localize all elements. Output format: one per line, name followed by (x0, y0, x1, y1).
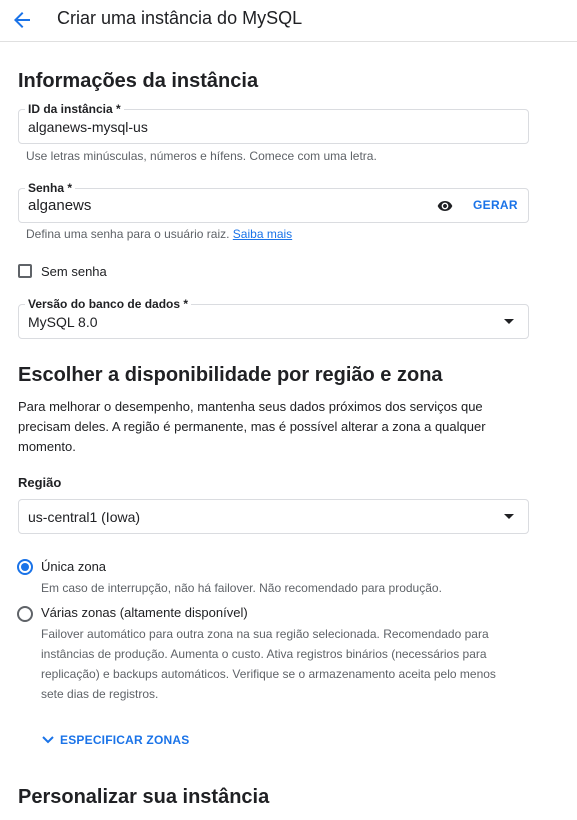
arrow-back-icon[interactable] (10, 8, 34, 32)
region-value: us-central1 (Iowa) (28, 509, 141, 525)
specify-zones-label: ESPECIFICAR ZONAS (60, 733, 190, 747)
region-select[interactable]: us-central1 (Iowa) (18, 499, 529, 534)
chevron-down-icon (42, 736, 54, 744)
section-title-customize: Personalizar sua instância (18, 786, 270, 808)
db-version-value: MySQL 8.0 (28, 314, 98, 330)
top-app-bar: Criar uma instância do MySQL (0, 0, 577, 42)
password-helper-text: Defina uma senha para o usuário raiz. (26, 227, 230, 241)
db-version-select[interactable]: Versão do banco de dados * MySQL 8.0 (18, 297, 529, 339)
single-zone-label: Única zona (41, 559, 107, 574)
instance-id-label: ID da instância * (25, 102, 124, 116)
no-password-label: Sem senha (41, 264, 107, 279)
caret-down-icon (504, 514, 514, 519)
no-password-checkbox[interactable] (18, 264, 32, 278)
availability-description: Para melhorar o desempenho, mantenha seu… (18, 399, 486, 454)
instance-id-field[interactable]: ID da instância * alganews-mysql-us (18, 102, 529, 144)
db-version-label: Versão do banco de dados * (25, 297, 192, 311)
eye-icon[interactable] (437, 198, 453, 214)
instance-id-value[interactable]: alganews-mysql-us (28, 119, 148, 136)
password-field[interactable]: Senha * alganews GERAR (18, 181, 529, 223)
password-label: Senha * (25, 181, 76, 195)
multi-zone-label: Várias zonas (altamente disponível) (41, 605, 248, 620)
password-value[interactable]: alganews (28, 197, 91, 214)
caret-down-icon (504, 319, 514, 324)
single-zone-description: Em caso de interrupção, não há failover.… (41, 581, 442, 595)
multi-zone-description: Failover automático para outra zona na s… (41, 627, 496, 701)
generate-password-button[interactable]: GERAR (473, 198, 518, 213)
password-helper: Defina uma senha para o usuário raiz. Sa… (26, 227, 292, 242)
region-label: Região (18, 475, 62, 490)
multi-zone-radio[interactable] (17, 606, 33, 622)
section-title-availability: Escolher a disponibilidade por região e … (18, 364, 443, 386)
single-zone-radio[interactable] (17, 559, 33, 575)
instance-id-helper: Use letras minúsculas, números e hífens.… (26, 149, 377, 163)
page-title: Criar uma instância do MySQL (57, 8, 303, 28)
section-title-instance-info: Informações da instância (18, 70, 259, 92)
learn-more-link[interactable]: Saiba mais (233, 227, 292, 241)
